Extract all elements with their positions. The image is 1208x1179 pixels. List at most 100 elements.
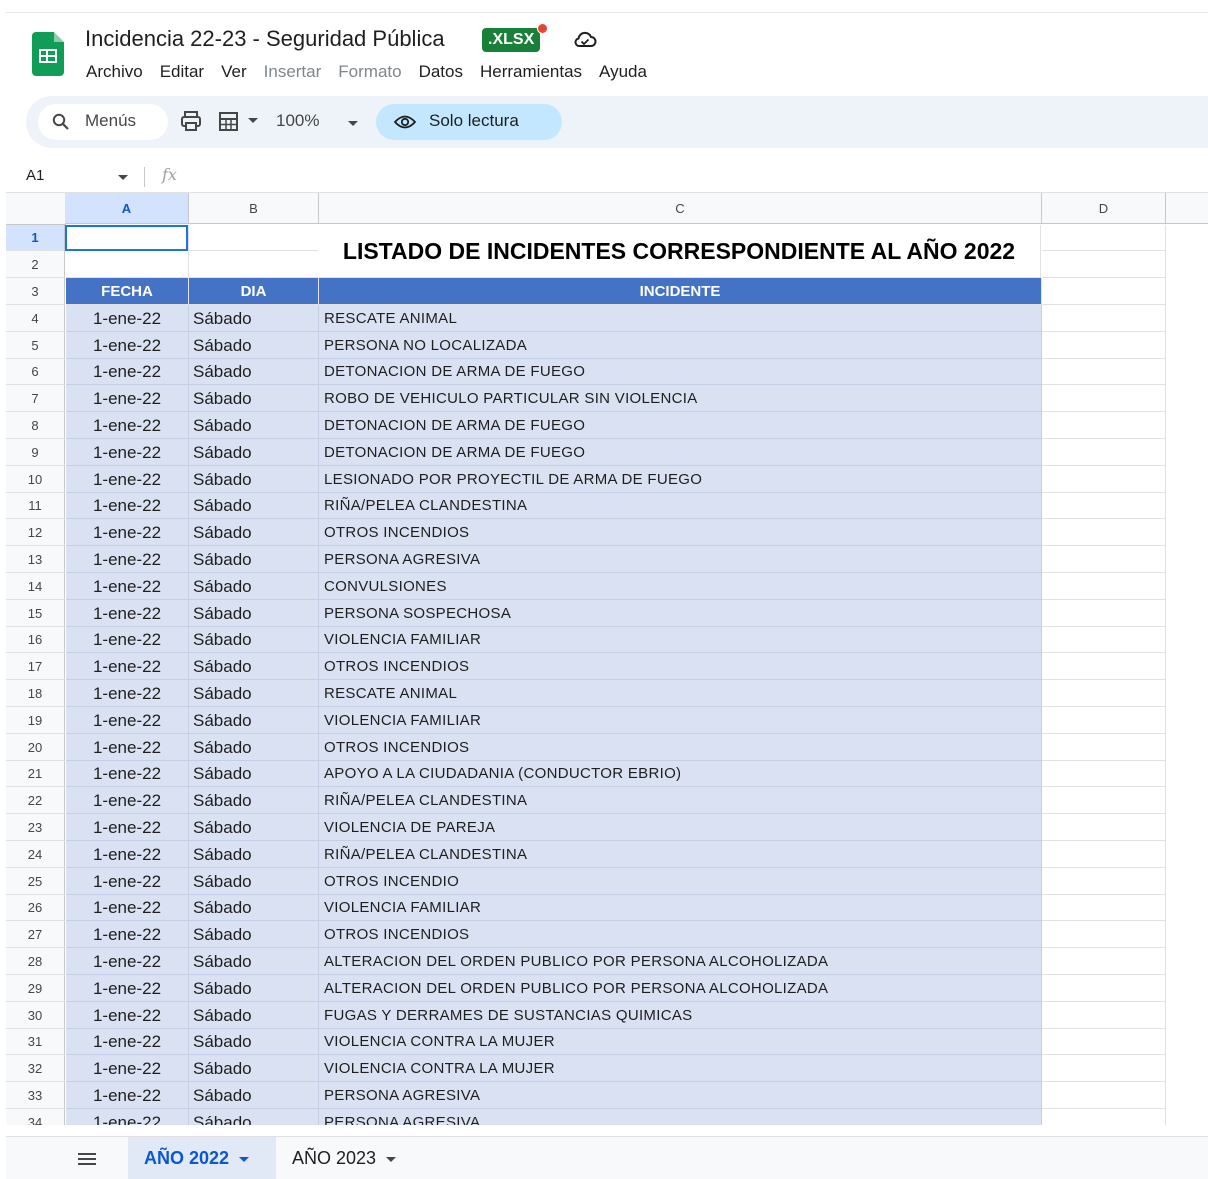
menu-herramientas[interactable]: Herramientas [480, 62, 582, 81]
cell-fecha[interactable]: 1-ene-22 [66, 814, 189, 841]
cell-fecha[interactable]: 1-ene-22 [66, 519, 189, 546]
cell-dia[interactable]: Sábado [189, 519, 319, 546]
cell-incidente[interactable]: APOYO A LA CIUDADANIA (CONDUCTOR EBRIO) [319, 761, 1042, 787]
cell-d[interactable] [1042, 814, 1166, 841]
row-header[interactable]: 11 [6, 493, 65, 519]
chevron-down-icon[interactable] [386, 1156, 397, 1162]
cell-dia[interactable]: Sábado [189, 546, 319, 573]
cell-fecha[interactable]: 1-ene-22 [66, 1109, 189, 1125]
cell-fecha[interactable]: 1-ene-22 [66, 921, 189, 948]
cell-d[interactable] [1042, 493, 1166, 519]
cell-dia[interactable]: Sábado [189, 948, 319, 975]
cell-incidente[interactable]: PERSONA AGRESIVA [319, 1082, 1042, 1109]
cell-dia[interactable]: Sábado [189, 600, 319, 627]
cell-fecha[interactable]: 1-ene-22 [66, 412, 189, 439]
cell-fecha[interactable]: 1-ene-22 [66, 573, 189, 600]
cell-fecha[interactable]: 1-ene-22 [66, 1055, 189, 1082]
print-icon[interactable] [180, 110, 202, 132]
cell-fecha[interactable]: 1-ene-22 [66, 332, 189, 359]
cell-incidente[interactable]: ALTERACION DEL ORDEN PUBLICO POR PERSONA… [319, 948, 1042, 975]
cell-d[interactable] [1042, 1055, 1166, 1082]
cell-dia[interactable]: Sábado [189, 332, 319, 359]
row-header[interactable]: 33 [6, 1082, 65, 1109]
read-only-button[interactable]: Solo lectura [376, 104, 562, 140]
cell-d[interactable] [1042, 1109, 1166, 1125]
cell-d[interactable] [1042, 305, 1166, 332]
row-header[interactable]: 6 [6, 359, 65, 385]
cell-incidente[interactable]: ALTERACION DEL ORDEN PUBLICO POR PERSONA… [319, 975, 1042, 1002]
cell-incidente[interactable]: OTROS INCENDIOS [319, 519, 1042, 546]
cell-fecha[interactable]: 1-ene-22 [66, 1082, 189, 1109]
row-header[interactable]: 14 [6, 573, 65, 600]
cell-fecha[interactable]: 1-ene-22 [66, 493, 189, 519]
cell-fecha[interactable]: 1-ene-22 [66, 1029, 189, 1055]
cell-dia[interactable]: Sábado [189, 787, 319, 814]
row-header[interactable]: 30 [6, 1002, 65, 1029]
cell-incidente[interactable]: VIOLENCIA FAMILIAR [319, 895, 1042, 921]
cell-d[interactable] [1042, 921, 1166, 948]
cell-incidente[interactable]: ROBO DE VEHICULO PARTICULAR SIN VIOLENCI… [319, 385, 1042, 412]
cell-d[interactable] [1042, 680, 1166, 707]
cell-d[interactable] [1042, 1002, 1166, 1029]
cell-incidente[interactable]: OTROS INCENDIOS [319, 921, 1042, 948]
row-header[interactable]: 7 [6, 385, 65, 412]
cell-incidente[interactable]: VIOLENCIA CONTRA LA MUJER [319, 1029, 1042, 1055]
menu-insertar[interactable]: Insertar [264, 62, 322, 81]
cell-dia[interactable]: Sábado [189, 761, 319, 787]
cell-d[interactable] [1042, 761, 1166, 787]
cell-incidente[interactable]: FUGAS Y DERRAMES DE SUSTANCIAS QUIMICAS [319, 1002, 1042, 1029]
cell-fecha[interactable]: 1-ene-22 [66, 787, 189, 814]
row-header[interactable]: 26 [6, 895, 65, 921]
cell-fecha[interactable]: 1-ene-22 [66, 359, 189, 385]
cell-incidente[interactable]: RIÑA/PELEA CLANDESTINA [319, 787, 1042, 814]
select-all-corner[interactable] [6, 193, 66, 225]
cell-incidente[interactable]: PERSONA AGRESIVA [319, 546, 1042, 573]
sheet-tab-2023[interactable]: AÑO 2023 [276, 1137, 416, 1179]
report-title-cell[interactable]: LISTADO DE INCIDENTES CORRESPONDIENTE AL… [318, 225, 1041, 278]
row-header-1[interactable]: 1 [6, 225, 65, 251]
cell-d[interactable] [1042, 600, 1166, 627]
cell-b1[interactable] [189, 225, 319, 251]
cell-d[interactable] [1042, 439, 1166, 466]
cell-d[interactable] [1042, 975, 1166, 1002]
cell-dia[interactable]: Sábado [189, 1055, 319, 1082]
column-header-a[interactable]: A [65, 193, 189, 224]
cell-fecha[interactable]: 1-ene-22 [66, 1002, 189, 1029]
cell-incidente[interactable]: DETONACION DE ARMA DE FUEGO [319, 439, 1042, 466]
cell-fecha[interactable]: 1-ene-22 [66, 707, 189, 734]
sheets-logo-icon[interactable] [32, 32, 64, 76]
cell-fecha[interactable]: 1-ene-22 [66, 627, 189, 653]
header-dia[interactable]: DIA [189, 278, 319, 305]
cell-d[interactable] [1042, 1029, 1166, 1055]
cell-dia[interactable]: Sábado [189, 439, 319, 466]
cell-d[interactable] [1042, 627, 1166, 653]
cell-dia[interactable]: Sábado [189, 814, 319, 841]
row-header[interactable]: 13 [6, 546, 65, 573]
row-header[interactable]: 10 [6, 466, 65, 493]
cell-d[interactable] [1042, 841, 1166, 868]
row-header[interactable]: 34 [6, 1109, 65, 1125]
cell-dia[interactable]: Sábado [189, 734, 319, 761]
row-header[interactable]: 22 [6, 787, 65, 814]
cell-d1[interactable] [1042, 225, 1166, 251]
column-header-b[interactable]: B [189, 193, 319, 224]
row-header-2[interactable]: 2 [6, 251, 65, 278]
menu-formato[interactable]: Formato [338, 62, 401, 81]
cell-incidente[interactable]: LESIONADO POR PROYECTIL DE ARMA DE FUEGO [319, 466, 1042, 493]
zoom-chevron-down-icon[interactable] [348, 121, 358, 126]
table-format-icon[interactable] [218, 110, 242, 132]
cell-d[interactable] [1042, 653, 1166, 680]
cell-dia[interactable]: Sábado [189, 1109, 319, 1125]
row-header[interactable]: 29 [6, 975, 65, 1002]
row-header[interactable]: 32 [6, 1055, 65, 1082]
row-header[interactable]: 23 [6, 814, 65, 841]
cell-fecha[interactable]: 1-ene-22 [66, 948, 189, 975]
all-sheets-menu-icon[interactable] [78, 1153, 96, 1165]
cell-fecha[interactable]: 1-ene-22 [66, 868, 189, 895]
cell-incidente[interactable]: DETONACION DE ARMA DE FUEGO [319, 359, 1042, 385]
menu-ayuda[interactable]: Ayuda [599, 62, 647, 81]
cell-fecha[interactable]: 1-ene-22 [66, 546, 189, 573]
row-header[interactable]: 8 [6, 412, 65, 439]
chevron-down-icon[interactable] [248, 118, 258, 124]
cell-fecha[interactable]: 1-ene-22 [66, 734, 189, 761]
